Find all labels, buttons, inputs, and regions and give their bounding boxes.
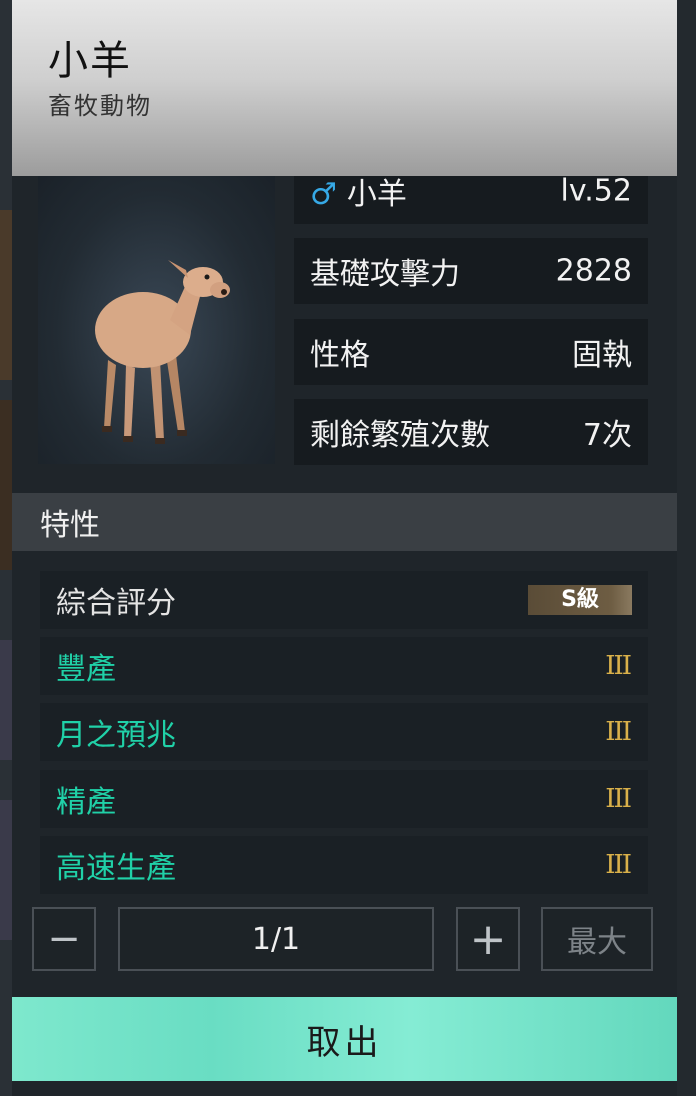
male-icon: ♂ xyxy=(310,177,337,212)
trait-row[interactable]: 精產 III xyxy=(40,770,648,828)
overall-rating-row: 綜合評分 S級 xyxy=(40,571,648,629)
pet-category: 畜牧動物 xyxy=(48,92,152,120)
trait-name: 高速生產 xyxy=(56,851,176,886)
trait-rank: III xyxy=(605,850,632,880)
trait-rank: III xyxy=(605,651,632,681)
increase-quantity-button[interactable]: + xyxy=(456,907,520,971)
stat-value-personality: 固執 xyxy=(572,338,632,373)
background-card xyxy=(0,640,12,760)
background-right-strip xyxy=(676,0,696,1096)
withdraw-button[interactable]: 取出 xyxy=(12,997,677,1081)
withdraw-label: 取出 xyxy=(306,1022,383,1063)
stat-row-personality: 性格 固執 xyxy=(294,319,648,385)
quantity-value: 1/1 xyxy=(251,921,301,957)
stat-label-attack: 基礎攻擊力 xyxy=(310,257,460,292)
traits-section-header: 特性 xyxy=(12,493,677,551)
lamb-image xyxy=(95,260,230,444)
stat-label-personality: 性格 xyxy=(310,338,370,373)
stat-row-breeding: 剩餘繁殖次數 7次 xyxy=(294,399,648,465)
quantity-field[interactable]: 1/1 xyxy=(118,907,434,971)
pet-name: 小羊 xyxy=(346,177,407,212)
pet-portrait xyxy=(38,170,275,464)
pet-title: 小羊 xyxy=(48,38,132,84)
traits-section-title: 特性 xyxy=(40,508,100,543)
stat-row-attack: 基礎攻擊力 2828 xyxy=(294,238,648,304)
trait-row[interactable]: 月之預兆 III xyxy=(40,703,648,761)
max-quantity-button[interactable]: 最大 xyxy=(541,907,653,971)
trait-row[interactable]: 豐產 III xyxy=(40,637,648,695)
trait-row[interactable]: 高速生產 III xyxy=(40,836,648,894)
max-label: 最大 xyxy=(567,925,627,960)
background-card xyxy=(0,400,12,570)
trait-name: 精產 xyxy=(56,785,116,820)
plus-icon: + xyxy=(469,913,507,965)
grade-badge: S級 xyxy=(528,585,632,615)
panel-header: 小羊 畜牧動物 xyxy=(12,0,677,176)
pet-level: lv.52 xyxy=(560,173,632,209)
overall-rating-label: 綜合評分 xyxy=(56,586,176,621)
trait-rank: III xyxy=(605,717,632,747)
stat-value-breeding: 7次 xyxy=(582,418,632,453)
background-card xyxy=(0,800,12,940)
stat-value-attack: 2828 xyxy=(555,253,632,289)
trait-name: 月之預兆 xyxy=(56,718,176,753)
decrease-quantity-button[interactable]: − xyxy=(32,907,96,971)
minus-icon: − xyxy=(47,916,81,962)
stat-label-breeding: 剩餘繁殖次數 xyxy=(310,418,490,453)
background-card xyxy=(0,210,12,380)
trait-rank: III xyxy=(605,784,632,814)
trait-name: 豐產 xyxy=(56,652,116,687)
background-left-strip xyxy=(0,0,12,1096)
